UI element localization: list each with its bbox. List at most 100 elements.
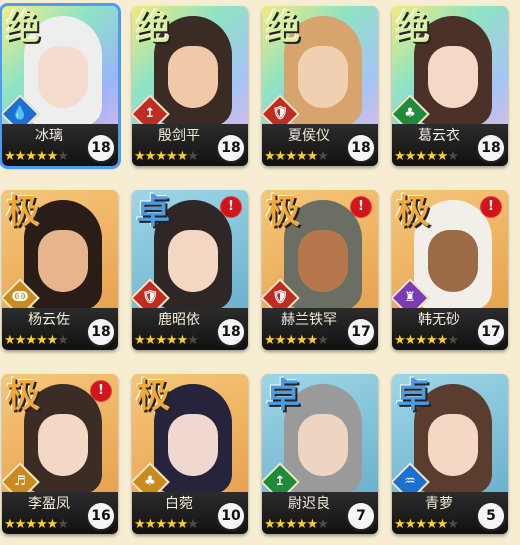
star-icon: ★ <box>176 333 189 348</box>
hero-info-bar: 冰璃 ★★★★★★ 18 <box>2 124 118 166</box>
star-rating: ★★★★★★ <box>394 149 459 165</box>
star-icon: ★ <box>404 333 417 348</box>
star-icon: ★ <box>394 333 406 348</box>
hero-info-bar: 殷剑平 ★★★★★★ 18 <box>132 124 248 166</box>
star-icon: ★ <box>57 149 69 164</box>
star-icon: ★ <box>264 149 276 164</box>
star-icon: ★ <box>264 333 276 348</box>
hero-name: 白菀 <box>165 496 193 512</box>
grade-badge: 绝 <box>6 8 40 48</box>
hero-name: 殷剑平 <box>158 128 200 144</box>
class-glyph: ♣ <box>404 106 416 121</box>
star-icon: ★ <box>295 149 308 164</box>
star-icon: ★ <box>155 333 167 348</box>
hero-card[interactable]: 绝 🛡 夏侯仪 ★★★★★★ 18 <box>262 6 378 166</box>
class-glyph: 🛡 <box>271 106 289 121</box>
star-icon: ★ <box>14 333 27 348</box>
level-badge: 18 <box>346 133 376 163</box>
hero-face <box>168 230 218 292</box>
star-icon: ★ <box>176 149 189 164</box>
grade-badge: 极 <box>266 192 300 232</box>
star-icon: ★ <box>285 333 297 348</box>
star-icon: ★ <box>425 333 438 348</box>
star-icon: ★ <box>306 517 319 532</box>
level-badge: 17 <box>476 317 506 347</box>
star-rating: ★★★★★★ <box>264 517 329 533</box>
hero-name: 青萝 <box>425 496 453 512</box>
hero-info-bar: 鹿昭依 ★★★★★★ 18 <box>132 308 248 350</box>
hero-card[interactable]: 极! ♬ 李盈凤 ★★★★★★ 16 <box>2 374 118 534</box>
star-icon: ★ <box>425 149 438 164</box>
hero-face <box>168 414 218 476</box>
hero-name: 韩无砂 <box>418 312 460 328</box>
hero-card[interactable]: 极 ↂ 杨云佐 ★★★★★★ 18 <box>2 190 118 350</box>
star-icon: ★ <box>274 149 287 164</box>
level-badge: 5 <box>476 501 506 531</box>
hero-info-bar: 青萝 ★★★★★★ 5 <box>392 492 508 534</box>
hero-face <box>298 230 348 292</box>
hero-info-bar: 赫兰铁罕 ★★★★★★ 17 <box>262 308 378 350</box>
level-badge: 7 <box>346 501 376 531</box>
hero-card[interactable]: 绝 ♣ 葛云衣 ★★★★★★ 18 <box>392 6 508 166</box>
star-icon: ★ <box>57 333 69 348</box>
star-rating: ★★★★★★ <box>4 333 69 349</box>
star-icon: ★ <box>4 333 16 348</box>
star-icon: ★ <box>14 149 27 164</box>
star-icon: ★ <box>46 149 59 164</box>
hero-card[interactable]: 绝 💧 冰璃 ★★★★★★ 18 <box>2 6 118 166</box>
hero-face <box>38 230 88 292</box>
hero-name: 冰璃 <box>35 128 63 144</box>
grade-badge: 绝 <box>136 8 170 48</box>
star-icon: ★ <box>134 517 146 532</box>
level-badge: 18 <box>86 317 116 347</box>
star-icon: ★ <box>436 333 449 348</box>
class-glyph: ↥ <box>274 474 286 489</box>
star-icon: ★ <box>447 149 459 164</box>
hero-card[interactable]: 极! 🛡 赫兰铁罕 ★★★★★★ 17 <box>262 190 378 350</box>
hero-name: 葛云衣 <box>418 128 460 144</box>
grade-badge: 卓 <box>136 192 170 232</box>
star-icon: ★ <box>155 149 167 164</box>
hero-info-bar: 尉迟良 ★★★★★★ 7 <box>262 492 378 534</box>
star-rating: ★★★★★★ <box>4 517 69 533</box>
level-badge: 18 <box>216 317 246 347</box>
star-icon: ★ <box>285 517 297 532</box>
star-icon: ★ <box>415 517 427 532</box>
hero-card[interactable]: 卓! 🛡 鹿昭依 ★★★★★★ 18 <box>132 190 248 350</box>
hero-name: 夏侯仪 <box>288 128 330 144</box>
star-icon: ★ <box>425 517 438 532</box>
class-glyph: ↂ <box>11 290 29 305</box>
hero-info-bar: 杨云佐 ★★★★★★ 18 <box>2 308 118 350</box>
star-icon: ★ <box>415 333 427 348</box>
hero-card[interactable]: 卓 ↥ 尉迟良 ★★★★★★ 7 <box>262 374 378 534</box>
hero-card[interactable]: 极 ♣ 白菀 ★★★★★★ 10 <box>132 374 248 534</box>
star-icon: ★ <box>165 517 178 532</box>
level-badge: 18 <box>216 133 246 163</box>
grade-badge: 卓 <box>396 376 430 416</box>
class-glyph: ♣ <box>144 474 156 489</box>
hero-face <box>428 414 478 476</box>
star-rating: ★★★★★★ <box>394 517 459 533</box>
star-rating: ★★★★★★ <box>134 333 199 349</box>
star-icon: ★ <box>274 517 287 532</box>
star-icon: ★ <box>46 333 59 348</box>
hero-name: 赫兰铁罕 <box>281 312 337 328</box>
star-icon: ★ <box>187 333 199 348</box>
hero-name: 鹿昭依 <box>158 312 200 328</box>
hero-card[interactable]: 绝 ↥ 殷剑平 ★★★★★★ 18 <box>132 6 248 166</box>
hero-card[interactable]: 卓 ♒ 青萝 ★★★★★★ 5 <box>392 374 508 534</box>
star-icon: ★ <box>176 517 189 532</box>
hero-card[interactable]: 极! ♜ 韩无砂 ★★★★★★ 17 <box>392 190 508 350</box>
hero-name: 尉迟良 <box>288 496 330 512</box>
star-icon: ★ <box>134 333 146 348</box>
star-icon: ★ <box>317 149 329 164</box>
star-icon: ★ <box>187 517 199 532</box>
alert-icon: ! <box>220 196 242 218</box>
star-rating: ★★★★★★ <box>264 333 329 349</box>
star-rating: ★★★★★★ <box>264 149 329 165</box>
star-icon: ★ <box>14 517 27 532</box>
grade-badge: 绝 <box>266 8 300 48</box>
alert-icon: ! <box>350 196 372 218</box>
star-icon: ★ <box>165 149 178 164</box>
star-rating: ★★★★★★ <box>4 149 69 165</box>
